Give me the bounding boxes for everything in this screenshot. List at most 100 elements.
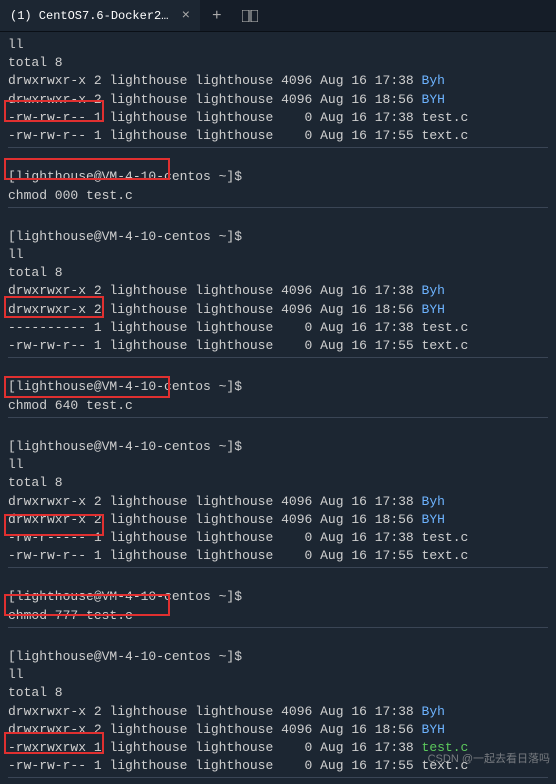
file-owner: lighthouse [109, 548, 195, 563]
file-name: test.c [422, 320, 469, 335]
output-text: total 8 [8, 475, 63, 490]
output-line: ll [8, 456, 548, 474]
prompt-line: [lighthouse@VM-4-10-centos ~]$ [8, 228, 548, 246]
file-owner: lighthouse [109, 302, 195, 317]
file-group: lighthouse [195, 740, 281, 755]
tab-title: (1) CentOS7.6-Docker20-... [10, 9, 174, 23]
file-owner: lighthouse [109, 512, 195, 527]
output-line: total 8 [8, 474, 548, 492]
file-owner: lighthouse [109, 704, 195, 719]
output-text: ll [8, 457, 24, 472]
file-size: 0 [281, 338, 320, 353]
file-size: 0 [281, 110, 320, 125]
file-row: drwxrwxr-x 2 lighthouse lighthouse 4096 … [8, 493, 548, 511]
command-text: chmod 777 test.c [8, 608, 133, 623]
file-name: test.c [422, 110, 469, 125]
file-perms: -rw-rw-r-- [8, 110, 94, 125]
file-perms: drwxrwxr-x [8, 92, 94, 107]
file-owner: lighthouse [109, 494, 195, 509]
file-links: 2 [94, 494, 110, 509]
output-text: total 8 [8, 685, 63, 700]
file-links: 2 [94, 92, 110, 107]
file-name: Byh [422, 73, 445, 88]
file-row: drwxrwxr-x 2 lighthouse lighthouse 4096 … [8, 282, 548, 300]
file-perms: drwxrwxr-x [8, 494, 94, 509]
file-size: 4096 [281, 92, 320, 107]
file-owner: lighthouse [109, 338, 195, 353]
file-size: 4096 [281, 283, 320, 298]
file-date: Aug 16 17:38 [320, 73, 421, 88]
terminal-output[interactable]: ll total 8 drwxrwxr-x 2 lighthouse lightho… [0, 32, 556, 784]
file-group: lighthouse [195, 758, 281, 773]
file-perms: -rw-rw-r-- [8, 758, 94, 773]
prompt-line: [lighthouse@VM-4-10-centos ~]$ [8, 588, 548, 606]
file-links: 2 [94, 283, 110, 298]
file-links: 1 [94, 758, 110, 773]
shell-prompt: [lighthouse@VM-4-10-centos ~]$ [8, 379, 242, 394]
file-owner: lighthouse [109, 110, 195, 125]
file-perms: -rw-rw-r-- [8, 128, 94, 143]
shell-prompt: [lighthouse@VM-4-10-centos ~]$ [8, 649, 242, 664]
prompt-line: [lighthouse@VM-4-10-centos ~]$ [8, 168, 548, 186]
file-group: lighthouse [195, 530, 281, 545]
file-owner: lighthouse [109, 758, 195, 773]
command-text: chmod 640 test.c [8, 398, 133, 413]
shell-prompt: [lighthouse@VM-4-10-centos ~]$ [8, 439, 242, 454]
shell-prompt: [lighthouse@VM-4-10-centos ~]$ [8, 169, 242, 184]
output-text: total 8 [8, 265, 63, 280]
file-date: Aug 16 17:38 [320, 740, 421, 755]
file-date: Aug 16 17:55 [320, 338, 421, 353]
file-links: 1 [94, 548, 110, 563]
file-size: 4096 [281, 302, 320, 317]
file-owner: lighthouse [109, 530, 195, 545]
add-tab-button[interactable]: + [200, 7, 234, 25]
file-owner: lighthouse [109, 128, 195, 143]
shell-prompt: [lighthouse@VM-4-10-centos ~]$ [8, 589, 242, 604]
command-line: chmod 640 test.c [8, 397, 548, 415]
file-perms: drwxrwxr-x [8, 73, 94, 88]
file-row: drwxrwxr-x 2 lighthouse lighthouse 4096 … [8, 72, 548, 90]
file-date: Aug 16 17:55 [320, 758, 421, 773]
file-size: 4096 [281, 73, 320, 88]
file-group: lighthouse [195, 110, 281, 125]
close-icon[interactable]: × [182, 8, 190, 24]
output-text: ll [8, 247, 24, 262]
prompt-line: [lighthouse@VM-4-10-centos ~]$ [8, 648, 548, 666]
file-row: drwxrwxr-x 2 lighthouse lighthouse 4096 … [8, 91, 548, 109]
file-name: text.c [422, 338, 469, 353]
file-group: lighthouse [195, 704, 281, 719]
file-group: lighthouse [195, 320, 281, 335]
file-date: Aug 16 18:56 [320, 302, 421, 317]
prompt-line: [lighthouse@VM-4-10-centos ~]$ [8, 378, 548, 396]
file-group: lighthouse [195, 73, 281, 88]
prompt-line: [lighthouse@VM-4-10-centos ~]$ [8, 438, 548, 456]
command-line: chmod 777 test.c [8, 607, 548, 625]
output-text: ll [8, 37, 24, 52]
file-owner: lighthouse [109, 320, 195, 335]
file-links: 1 [94, 110, 110, 125]
file-date: Aug 16 18:56 [320, 512, 421, 527]
split-panes-icon[interactable] [234, 10, 266, 22]
file-links: 1 [94, 338, 110, 353]
file-owner: lighthouse [109, 740, 195, 755]
file-links: 2 [94, 704, 110, 719]
file-row: drwxrwxr-x 2 lighthouse lighthouse 4096 … [8, 721, 548, 739]
file-date: Aug 16 17:38 [320, 494, 421, 509]
file-date: Aug 16 17:55 [320, 548, 421, 563]
file-row: -rw-rw-r-- 1 lighthouse lighthouse 0 Aug… [8, 127, 548, 145]
file-row: drwxrwxr-x 2 lighthouse lighthouse 4096 … [8, 511, 548, 529]
output-line: ll [8, 246, 548, 264]
file-links: 2 [94, 302, 110, 317]
file-links: 1 [94, 530, 110, 545]
watermark-text: CSDN @一起去看日落吗 [428, 750, 550, 766]
file-group: lighthouse [195, 128, 281, 143]
file-size: 4096 [281, 512, 320, 527]
file-row: -rw-rw-r-- 1 lighthouse lighthouse 0 Aug… [8, 337, 548, 355]
output-text: ll [8, 667, 24, 682]
file-date: Aug 16 17:55 [320, 128, 421, 143]
file-date: Aug 16 18:56 [320, 92, 421, 107]
tab-active[interactable]: (1) CentOS7.6-Docker20-... × [0, 0, 200, 31]
output-text: total 8 [8, 55, 63, 70]
file-name: text.c [422, 548, 469, 563]
file-size: 0 [281, 320, 320, 335]
